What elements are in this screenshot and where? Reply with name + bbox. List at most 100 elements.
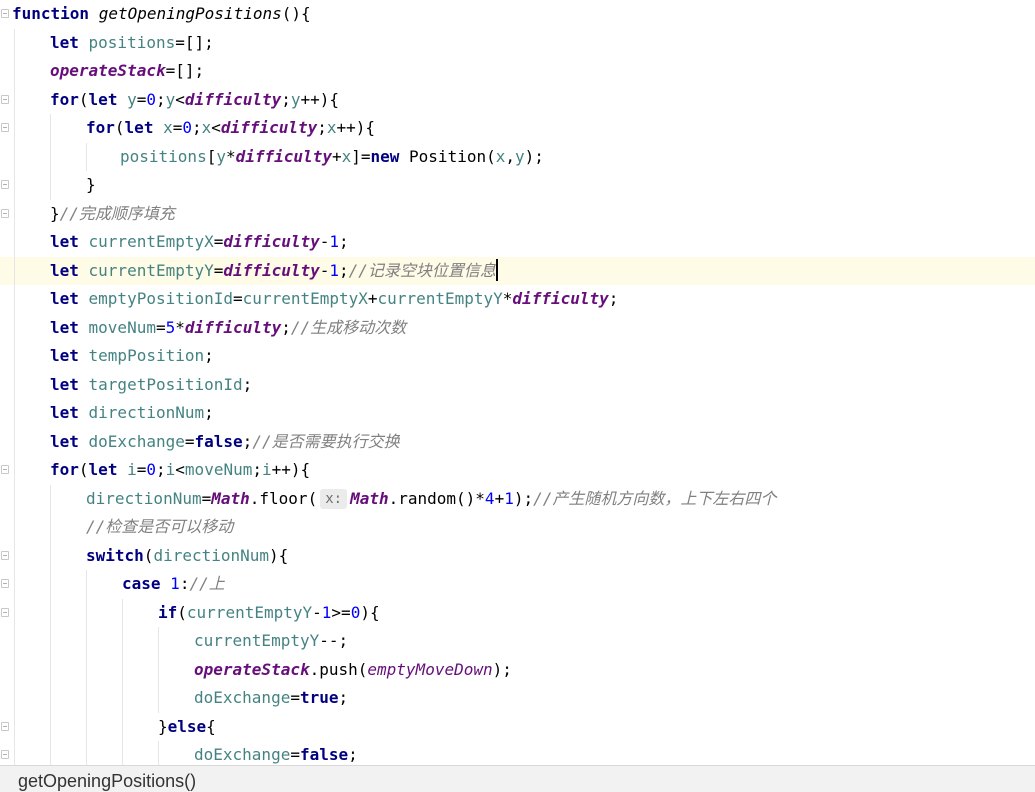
code-token: x [495,146,506,166]
code-token: false [194,431,243,451]
code-token: , [505,146,516,166]
code-token: ( [78,89,89,109]
code-token: //产生随机方向数，上下左右四个 [533,488,777,508]
code-token: //记录空块位置信息 [348,260,496,280]
fold-collapse-icon[interactable] [1,9,9,18]
code-token: difficulty [184,317,282,337]
code-token: emptyMoveDown [367,659,493,679]
code-text: for(let x=0;x<difficulty;x++){ [86,114,375,143]
code-token: ; [338,688,349,707]
indent-guide [50,484,51,765]
code-line[interactable]: switch(directionNum){ [0,542,1035,571]
code-token: currentEmptyX [242,289,368,308]
code-line[interactable]: function getOpeningPositions(){ [0,0,1035,29]
code-token: tempPosition [88,346,205,365]
fold-collapse-icon[interactable] [1,123,9,132]
code-token: ; [156,460,166,479]
code-token: x [326,118,337,137]
code-token: .random()* [388,488,485,508]
code-token: for [50,460,79,479]
code-line[interactable]: case 1://上 [0,570,1035,599]
code-line[interactable]: for(let x=0;x<difficulty;x++){ [0,114,1035,143]
fold-collapse-icon[interactable] [1,94,9,104]
code-token: difficulty [512,289,609,308]
fold-collapse-icon[interactable] [1,607,9,617]
code-line[interactable]: //检查是否可以移动 [0,513,1035,542]
code-line[interactable]: for(let i=0;i<moveNum;i++){ [0,456,1035,485]
fold-collapse-icon[interactable] [1,550,9,560]
code-token: ; [348,745,358,764]
fold-end-icon[interactable] [1,180,9,189]
code-text: let positions=[]; [50,29,214,58]
code-line[interactable]: if(currentEmptyY-1>=0){ [0,599,1035,628]
code-token: * [175,317,185,337]
code-token: = [172,118,183,137]
code-token: operateStack [50,61,166,80]
code-line[interactable]: doExchange=true; [0,684,1035,713]
code-line[interactable]: let targetPositionId; [0,371,1035,400]
code-token: 4 [484,488,495,508]
code-token: ]= [351,146,371,166]
code-line[interactable]: } [0,171,1035,200]
code-token: moveNum [184,460,253,479]
code-text: let doExchange=false;//是否需要执行交换 [50,428,400,457]
code-line[interactable]: }else{ [0,713,1035,742]
code-token: getOpeningPositions [98,4,282,23]
code-token: false [299,745,349,764]
code-token: ; [242,431,253,451]
code-line[interactable]: let currentEmptyX=difficulty-1; [0,228,1035,257]
code-token: ; [339,260,349,280]
code-token: difficulty [223,260,320,280]
code-token: x [341,146,352,166]
code-token: - [319,232,330,251]
code-token: + [331,146,342,166]
code-token: 5 [165,317,176,337]
code-line[interactable]: let directionNum; [0,399,1035,428]
code-token: ( [143,545,154,565]
code-token: currentEmptyY [194,631,320,650]
code-token: y [165,89,176,109]
code-editor[interactable]: function getOpeningPositions(){let posit… [0,0,1035,765]
code-token: emptyPositionId [88,289,234,308]
code-text: }//完成顺序填充 [50,200,175,229]
fold-end-icon[interactable] [1,208,9,218]
code-line[interactable]: let tempPosition; [0,342,1035,371]
fold-collapse-icon[interactable] [1,750,9,759]
code-line[interactable]: operateStack=[]; [0,57,1035,86]
code-token: let [50,232,89,251]
code-token: difficulty [220,118,318,137]
code-token: : [179,574,190,593]
code-token: < [211,118,221,137]
code-line[interactable]: positions[y*difficulty+x]=new Position(x… [0,143,1035,172]
code-line[interactable]: doExchange=false; [0,741,1035,765]
code-line[interactable]: let moveNum=5*difficulty;//生成移动次数 [0,314,1035,343]
code-token: + [494,488,505,508]
code-token: = [290,745,300,764]
breadcrumb-function[interactable]: getOpeningPositions() [18,771,196,792]
fold-end-icon[interactable] [1,721,9,731]
code-line[interactable]: for(let y=0;y<difficulty;y++){ [0,86,1035,115]
code-token: ++){ [271,460,311,479]
code-token: - [319,260,330,280]
code-token: = [136,460,147,479]
code-token: ; [281,317,291,337]
code-line[interactable]: let emptyPositionId=currentEmptyX+curren… [0,285,1035,314]
code-token: --; [319,631,349,650]
fold-collapse-icon[interactable] [1,579,9,588]
code-line[interactable]: let doExchange=false;//是否需要执行交换 [0,428,1035,457]
code-token: 1 [170,574,180,593]
code-token: = [136,89,147,109]
code-token: let [50,431,89,451]
code-line[interactable]: }//完成顺序填充 [0,200,1035,229]
code-token: directionNum [86,488,202,508]
fold-collapse-icon[interactable] [1,465,9,474]
code-token: ); [524,146,544,166]
code-line[interactable]: let currentEmptyY=difficulty-1;//记录空块位置信… [0,256,1035,285]
code-line[interactable]: currentEmptyY--; [0,627,1035,656]
code-token: ; [317,118,327,137]
code-token: .push( [309,659,368,679]
code-line[interactable]: let positions=[]; [0,29,1035,58]
code-token: } [86,175,96,194]
code-line[interactable]: directionNum=Math.floor(x: Math.random()*… [0,485,1035,514]
code-line[interactable]: operateStack.push(emptyMoveDown); [0,656,1035,685]
